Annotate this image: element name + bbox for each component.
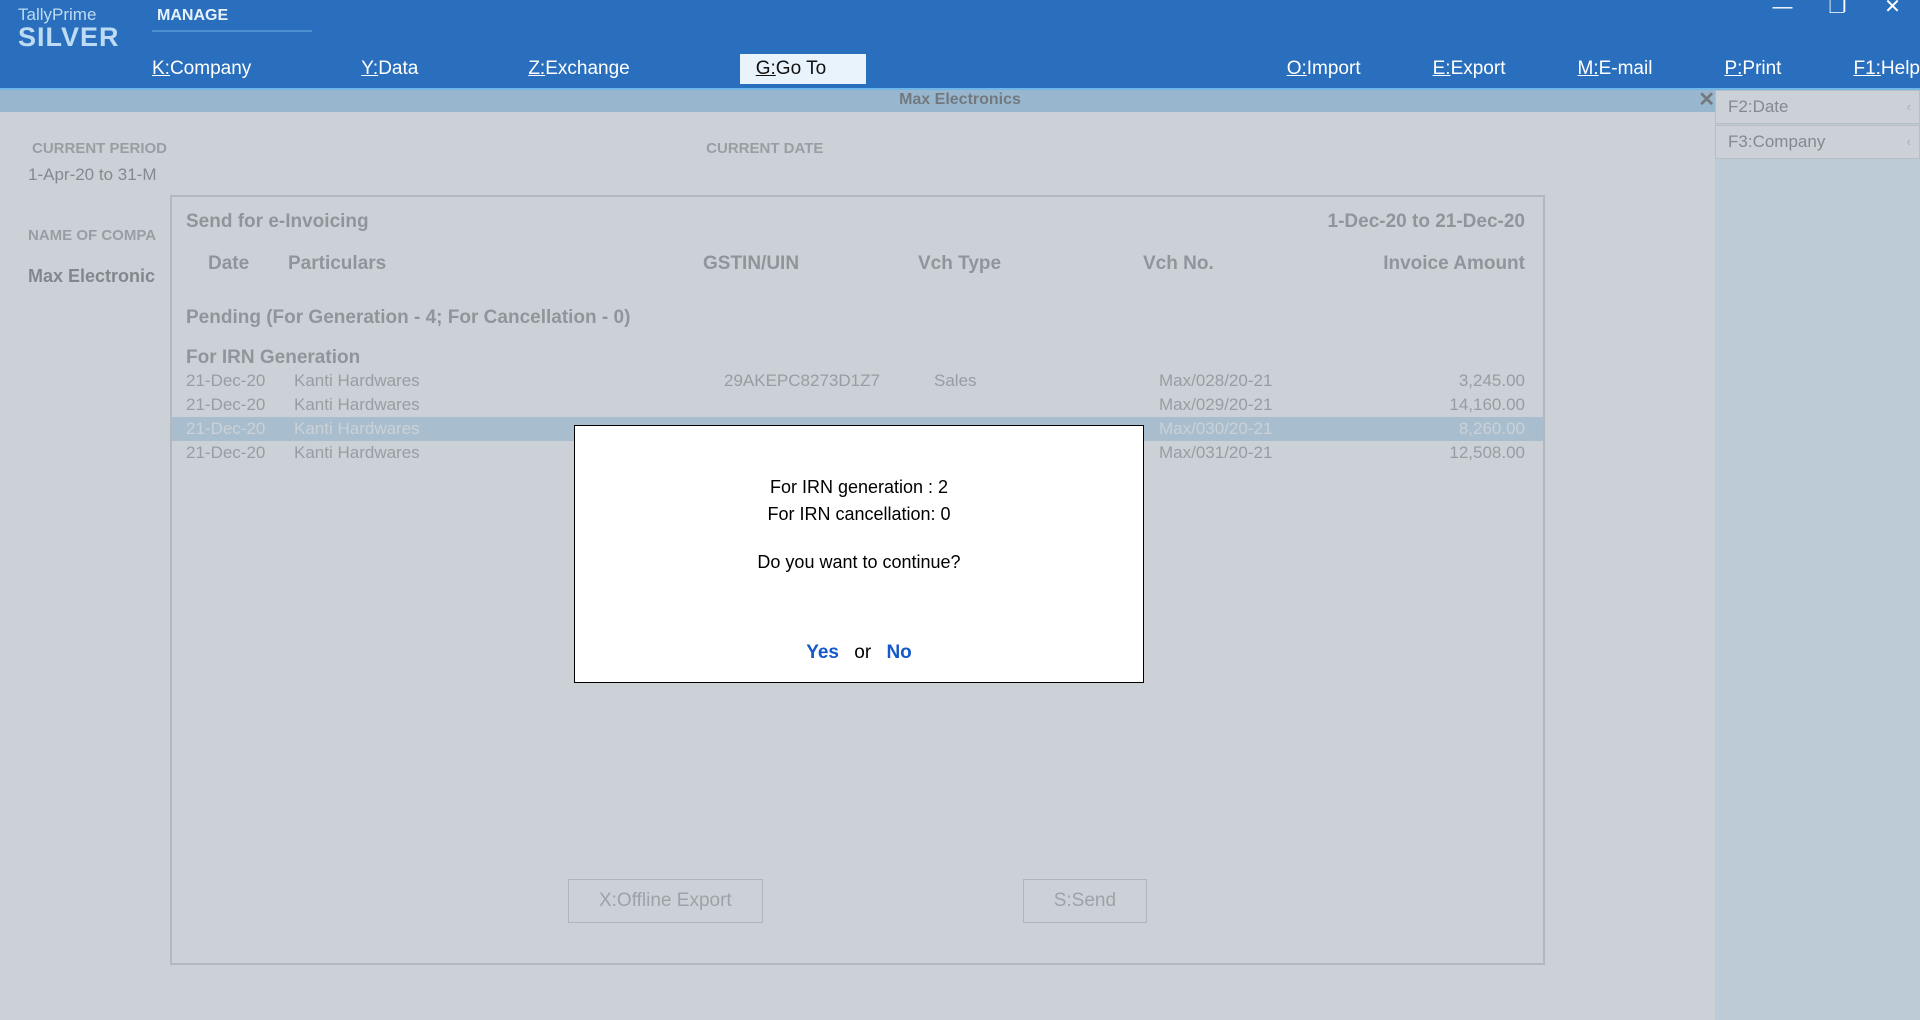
- menubar: K:Company Y:Data Z:Exchange G:Go To O:Im…: [0, 50, 1920, 88]
- chevron-left-icon: ‹: [1907, 91, 1911, 123]
- table-row[interactable]: 21-Dec-20Kanti Hardwares29AKEPC8273D1Z7S…: [172, 369, 1543, 393]
- menu-print[interactable]: P:Print: [1724, 58, 1781, 80]
- menu-export[interactable]: E:Export: [1433, 58, 1506, 80]
- menu-data[interactable]: Y:Data: [361, 58, 418, 80]
- column-headers: DateParticulars GSTIN/UINVch Type Vch No…: [172, 233, 1543, 275]
- menu-company[interactable]: K:Company: [152, 58, 251, 80]
- window-controls: — ❐ ✕: [1755, 0, 1920, 20]
- menu-import[interactable]: O:Import: [1287, 58, 1361, 80]
- offline-export-button[interactable]: X:Offline Export: [568, 879, 763, 923]
- confirm-dialog: For IRN generation : 2 For IRN cancellat…: [574, 425, 1144, 683]
- menu-exchange[interactable]: Z:Exchange: [528, 58, 629, 80]
- dialog-yes-button[interactable]: Yes: [806, 642, 839, 663]
- send-button[interactable]: S:Send: [1023, 879, 1147, 923]
- current-date-label: CURRENT DATE: [706, 140, 823, 157]
- current-period-value: 1-Apr-20 to 31-M: [28, 165, 643, 185]
- for-irn-heading: For IRN Generation: [172, 329, 1543, 369]
- app-edition: SILVER: [18, 25, 145, 49]
- titlebar: TallyPrime SILVER MANAGE — ❐ ✕: [0, 0, 1920, 50]
- manage-label: MANAGE: [145, 0, 228, 50]
- app-logo: TallyPrime SILVER: [0, 0, 145, 50]
- menu-goto[interactable]: G:Go To: [740, 54, 866, 84]
- menu-email[interactable]: M:E-mail: [1577, 58, 1652, 80]
- sidebar-company[interactable]: F3:Company ‹: [1715, 125, 1920, 159]
- pending-summary: Pending (For Generation - 4; For Cancell…: [172, 275, 1543, 329]
- minimize-icon[interactable]: —: [1755, 0, 1810, 20]
- close-icon[interactable]: ✕: [1865, 0, 1920, 20]
- dialog-line-generation: For IRN generation : 2: [575, 474, 1143, 501]
- dialog-no-button[interactable]: No: [886, 642, 911, 663]
- dialog-or-label: or: [854, 642, 871, 663]
- dialog-question: Do you want to continue?: [575, 528, 1143, 573]
- manage-underline: [152, 30, 312, 32]
- current-period-label: CURRENT PERIOD: [32, 140, 702, 157]
- panel-title: Send for e-Invoicing: [186, 211, 369, 233]
- maximize-icon[interactable]: ❐: [1810, 0, 1865, 20]
- menu-help[interactable]: F1:Help: [1853, 58, 1920, 80]
- panel-date-range: 1-Dec-20 to 21-Dec-20: [1328, 211, 1525, 233]
- dialog-line-cancellation: For IRN cancellation: 0: [575, 501, 1143, 528]
- chevron-left-icon: ‹: [1907, 126, 1911, 158]
- sidebar-date[interactable]: F2:Date ‹: [1715, 90, 1920, 124]
- right-sidebar: F2:Date ‹ F3:Company ‹: [1715, 90, 1920, 1020]
- table-row[interactable]: 21-Dec-20Kanti HardwaresMax/029/20-2114,…: [172, 393, 1543, 417]
